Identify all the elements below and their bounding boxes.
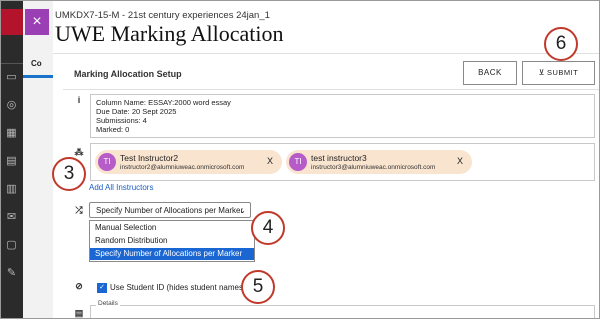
instructor-email: instructor3@alumniuweac.onmicrosoft.com — [311, 164, 436, 171]
shuffle-icon: ⤮ — [75, 205, 83, 215]
back-button[interactable]: BACK — [463, 61, 517, 85]
close-icon: × — [32, 13, 42, 30]
use-student-id-label: Use Student ID (hides student names) — [110, 283, 246, 292]
screenshot-frame: ▭ ◎ ▦ ▤ ▥ ✉ ▢ ✎ Co × UMKDX7-15-M - 21st … — [0, 0, 600, 319]
background-tab: Co — [31, 59, 42, 68]
allocation-method-select[interactable]: Specify Number of Allocations per Marker… — [89, 202, 251, 218]
instructor-selection-box[interactable]: TI Test Instructor2 instructor2@alumniuw… — [90, 143, 595, 181]
details-label: Details — [96, 300, 120, 307]
header-divider — [53, 53, 599, 54]
instructor-name: Test Instructor2 — [120, 153, 179, 163]
brand-logo — [1, 9, 23, 35]
sidebar-nav-icon[interactable]: ▥ — [5, 183, 18, 196]
allocation-method-dropdown: Manual Selection Random Distribution Spe… — [89, 220, 255, 262]
instructor-chip: TI test instructor3 instructor3@alumniuw… — [286, 150, 472, 174]
callout-6: 6 — [544, 27, 578, 61]
allocation-selected-value: Specify Number of Allocations per Marker — [96, 206, 244, 215]
details-box — [90, 305, 595, 318]
add-all-instructors-link[interactable]: Add All Instructors — [89, 183, 153, 192]
chevron-down-icon: ⌄ — [239, 206, 246, 215]
course-name: UMKDX7-15-M - 21st century experiences 2… — [55, 10, 270, 21]
sidebar-nav-icon[interactable]: ✎ — [5, 267, 18, 280]
sidebar-nav-icon[interactable]: ◎ — [5, 99, 18, 112]
callout-3: 3 — [52, 157, 86, 191]
left-sidebar: ▭ ◎ ▦ ▤ ▥ ✉ ▢ ✎ — [1, 1, 23, 318]
option-specify-allocations[interactable]: Specify Number of Allocations per Marker — [90, 248, 254, 260]
sidebar-nav-icon[interactable]: ▢ — [5, 239, 18, 252]
info-column-name: Column Name: ESSAY:2000 word essay — [96, 98, 231, 107]
people-icon: ⁂ — [74, 147, 84, 157]
section-divider — [63, 89, 599, 90]
avatar: TI — [98, 153, 116, 171]
info-icon: i — [77, 95, 81, 105]
sidebar-nav-icon[interactable]: ▤ — [5, 155, 18, 168]
remove-instructor-button[interactable]: X — [457, 156, 463, 166]
sidebar-divider — [1, 63, 23, 64]
sidebar-nav-icon[interactable]: ▦ — [5, 127, 18, 140]
background-page — [23, 1, 54, 318]
page-title: UWE Marking Allocation — [55, 21, 284, 46]
submit-button[interactable]: ⊻ SUBMIT — [522, 61, 595, 85]
instructor-email: instructor2@alumniuweac.onmicrosoft.com — [120, 164, 245, 171]
section-title: Marking Allocation Setup — [74, 69, 182, 79]
callout-5: 5 — [241, 270, 275, 304]
callout-4: 4 — [251, 211, 285, 245]
assessment-info-box: Column Name: ESSAY:2000 word essay Due D… — [90, 94, 595, 138]
instructor-chip: TI Test Instructor2 instructor2@alumniuw… — [95, 150, 282, 174]
option-manual-selection[interactable]: Manual Selection — [90, 222, 254, 234]
use-student-id-checkbox[interactable]: ✓ — [97, 283, 107, 293]
eye-slash-icon: ⊘ — [75, 281, 83, 291]
remove-instructor-button[interactable]: X — [267, 156, 273, 166]
submit-label: SUBMIT — [547, 68, 579, 77]
sidebar-nav-icon[interactable]: ▭ — [5, 71, 18, 84]
close-button[interactable]: × — [25, 9, 49, 35]
background-tab-indicator — [23, 75, 53, 78]
document-icon: ▤ — [74, 308, 84, 318]
info-submissions: Submissions: 4 — [96, 116, 147, 125]
submit-icon: ⊻ — [538, 68, 545, 77]
sidebar-nav-icon[interactable]: ✉ — [5, 211, 18, 224]
instructor-name: test instructor3 — [311, 153, 367, 163]
info-marked: Marked: 0 — [96, 125, 130, 134]
info-due-date: Due Date: 20 Sept 2025 — [96, 107, 177, 116]
avatar: TI — [289, 153, 307, 171]
option-random-distribution[interactable]: Random Distribution — [90, 235, 254, 247]
